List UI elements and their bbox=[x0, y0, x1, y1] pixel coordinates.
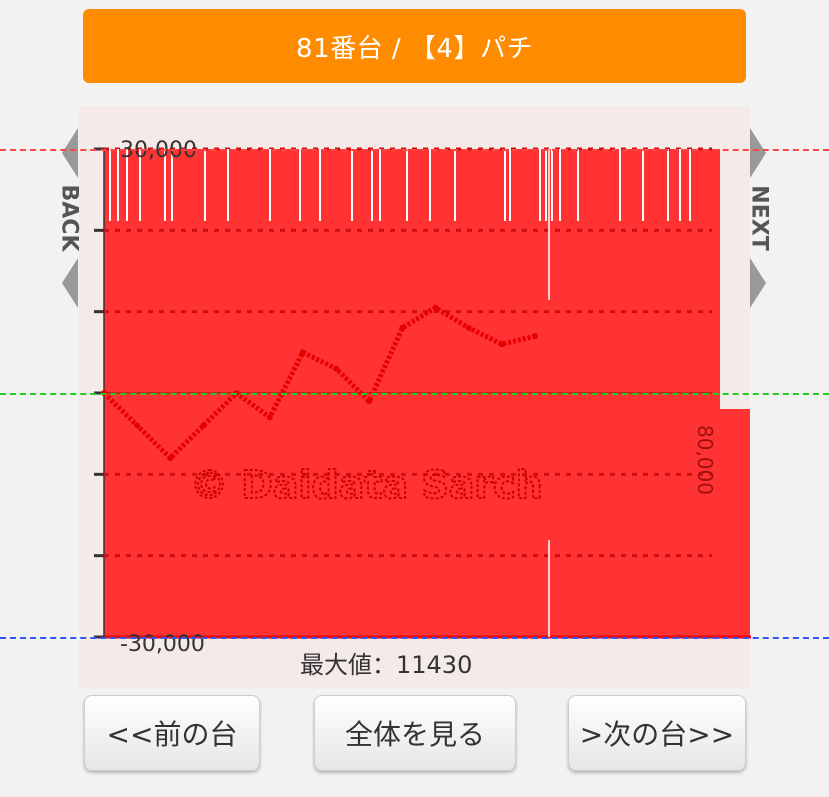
bottom-guide-line bbox=[0, 637, 829, 639]
prev-machine-button[interactable]: <<前の台 bbox=[84, 695, 260, 771]
chart-watermark: © Daidata Sarch bbox=[190, 463, 543, 507]
data-point bbox=[498, 341, 505, 348]
view-all-button[interactable]: 全体を見る bbox=[314, 695, 516, 771]
next-machine-button[interactable]: >次の台>> bbox=[568, 695, 746, 771]
top-guide-line bbox=[0, 149, 829, 151]
prev-machine-label: <<前の台 bbox=[106, 718, 238, 751]
y-tick-label: -30,000 bbox=[120, 632, 205, 657]
data-point bbox=[167, 455, 174, 462]
data-point bbox=[333, 365, 340, 372]
data-point bbox=[134, 422, 141, 429]
max-value-label: 最大値：11430 bbox=[300, 651, 473, 679]
view-all-label: 全体を見る bbox=[344, 718, 485, 751]
right-axis-label: 80,000 bbox=[693, 425, 717, 495]
data-point bbox=[200, 422, 207, 429]
data-point bbox=[366, 398, 373, 405]
data-point bbox=[532, 333, 538, 340]
data-point bbox=[399, 324, 406, 331]
zero-guide-line bbox=[0, 393, 829, 395]
data-point bbox=[266, 414, 273, 421]
data-point bbox=[465, 324, 472, 331]
data-point bbox=[299, 349, 306, 356]
next-machine-label: >次の台>> bbox=[579, 718, 735, 751]
next-nav-button[interactable]: NEXT bbox=[746, 128, 772, 308]
next-label: NEXT bbox=[746, 185, 772, 251]
back-nav-button[interactable]: BACK bbox=[56, 128, 82, 308]
data-point bbox=[432, 304, 439, 311]
back-label: BACK bbox=[56, 184, 82, 252]
chart-fill-right bbox=[720, 409, 750, 637]
